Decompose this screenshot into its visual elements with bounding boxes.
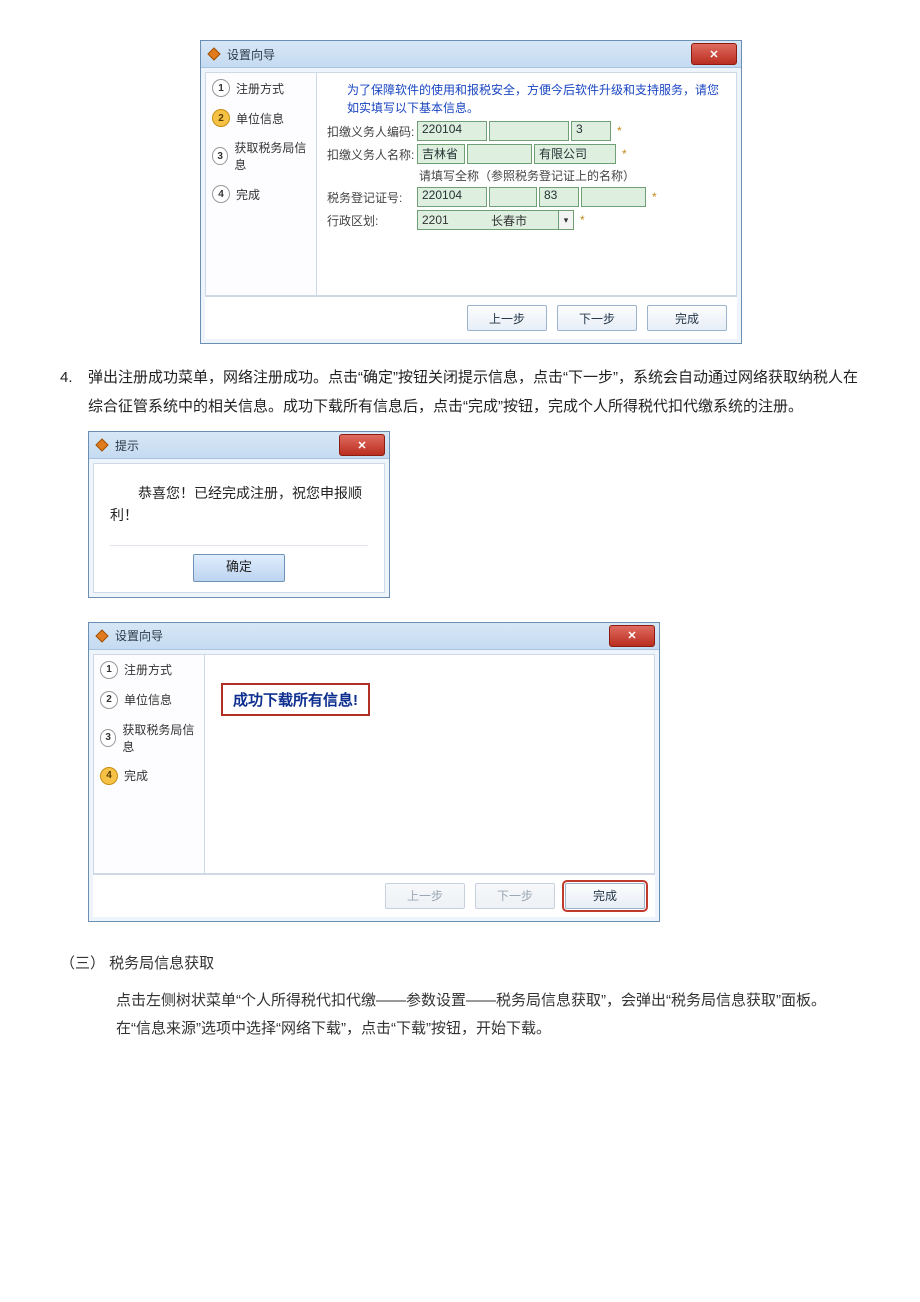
finish-button[interactable]: 完成: [565, 883, 645, 909]
required-mark: *: [580, 213, 585, 227]
wizard-step-unit-info[interactable]: 2 单位信息: [94, 685, 204, 715]
step-label: 注册方式: [124, 661, 172, 678]
titlebar: 提示 ✕: [89, 432, 389, 459]
intro-text: 为了保障软件的使用和报税安全，方便今后软件升级和支持服务，请您如实填写以下基本信…: [347, 81, 726, 117]
next-button[interactable]: 下一步: [557, 305, 637, 331]
prompt-message: 恭喜您！已经完成注册，祝您申报顺 利！ 确定: [93, 463, 385, 593]
wizard-content: 为了保障软件的使用和报税安全，方便今后软件升级和支持服务，请您如实填写以下基本信…: [317, 73, 736, 295]
district-name: 长春市: [460, 212, 558, 229]
required-mark: *: [622, 147, 627, 161]
prompt-dialog: 提示 ✕ 恭喜您！已经完成注册，祝您申报顺 利！ 确定: [88, 431, 390, 598]
wizard-step-register-method[interactable]: 1 注册方式: [94, 655, 204, 685]
success-message: 成功下载所有信息!: [221, 683, 370, 716]
step-number: 1: [212, 79, 230, 97]
withholder-code-input-b[interactable]: [489, 121, 569, 141]
step-label: 获取税务局信息: [234, 139, 310, 173]
step-number: 4: [100, 767, 118, 785]
wizard-button-row: 上一步 下一步 完成: [205, 296, 737, 339]
titlebar: 设置向导 ✕: [89, 623, 659, 650]
section-heading: （三） 税务局信息获取: [60, 952, 860, 973]
tax-reg-input-b[interactable]: [489, 187, 537, 207]
section-paragraph: 点击左侧树状菜单“个人所得税代扣代缴——参数设置——税务局信息获取”，会弹出“税…: [116, 987, 860, 1044]
wizard-step-nav: 1 注册方式 2 单位信息 3 获取税务局信息 4: [206, 73, 317, 295]
step-number: 4: [212, 185, 230, 203]
window-title: 设置向导: [227, 46, 275, 63]
setup-wizard-window-1: 设置向导 ✕ 1 注册方式 2 单位信息 3: [200, 40, 742, 344]
window-title: 设置向导: [115, 627, 163, 644]
wizard-step-finish[interactable]: 4 完成: [94, 761, 204, 791]
tax-reg-input-c[interactable]: 83: [539, 187, 579, 207]
close-button[interactable]: ✕: [339, 434, 385, 456]
tax-reg-label: 税务登记证号:: [327, 189, 417, 206]
prompt-line-2: 利！: [110, 504, 368, 526]
window-title: 提示: [115, 437, 139, 454]
close-button[interactable]: ✕: [691, 43, 737, 65]
wizard-step-unit-info[interactable]: 2 单位信息: [206, 103, 316, 133]
wizard-step-nav: 1 注册方式 2 单位信息 3 获取税务局信息 4: [94, 655, 205, 873]
step-number: 2: [212, 109, 230, 127]
setup-wizard-window-2: 设置向导 ✕ 1 注册方式 2 单位信息 3: [88, 622, 660, 922]
prev-button: 上一步: [385, 883, 465, 909]
required-mark: *: [652, 190, 657, 204]
titlebar: 设置向导 ✕: [201, 41, 741, 68]
wizard-step-get-tax-info[interactable]: 3 获取税务局信息: [206, 133, 316, 179]
app-diamond-icon: [95, 629, 109, 643]
step-number: 3: [212, 147, 228, 165]
finish-button[interactable]: 完成: [647, 305, 727, 331]
wizard-step-register-method[interactable]: 1 注册方式: [206, 73, 316, 103]
withholder-code-label: 扣缴义务人编码:: [327, 123, 417, 140]
chevron-down-icon[interactable]: ▾: [558, 211, 573, 229]
step-label: 注册方式: [236, 80, 284, 97]
withholder-name-label: 扣缴义务人名称:: [327, 146, 417, 163]
step-label: 单位信息: [236, 110, 284, 127]
app-diamond-icon: [95, 438, 109, 452]
step-number: 3: [100, 729, 116, 747]
withholder-name-hint: 请填写全称（参照税务登记证上的名称）: [419, 167, 726, 184]
step-number: 1: [100, 661, 118, 679]
withholder-code-input-c[interactable]: 3: [571, 121, 611, 141]
prompt-line-1: 恭喜您！已经完成注册，祝您申报顺: [110, 482, 368, 504]
ok-button[interactable]: 确定: [193, 554, 285, 582]
close-button[interactable]: ✕: [609, 625, 655, 647]
district-code: 2201: [418, 213, 460, 227]
withholder-name-input-b[interactable]: [467, 144, 532, 164]
wizard-step-get-tax-info[interactable]: 3 获取税务局信息: [94, 715, 204, 761]
withholder-code-input-a[interactable]: 220104: [417, 121, 487, 141]
prev-button[interactable]: 上一步: [467, 305, 547, 331]
withholder-name-input-a[interactable]: 吉林省: [417, 144, 465, 164]
next-button: 下一步: [475, 883, 555, 909]
list-number: 4.: [60, 364, 88, 421]
step-label: 获取税务局信息: [122, 721, 198, 755]
tax-reg-input-a[interactable]: 220104: [417, 187, 487, 207]
district-dropdown[interactable]: 2201 长春市 ▾: [417, 210, 574, 230]
wizard-button-row: 上一步 下一步 完成: [93, 874, 655, 917]
step-number: 2: [100, 691, 118, 709]
tax-reg-input-d[interactable]: [581, 187, 646, 207]
withholder-name-input-c[interactable]: 有限公司: [534, 144, 616, 164]
step-label: 完成: [236, 186, 260, 203]
ordered-list-item-4: 4. 弹出注册成功菜单，网络注册成功。点击“确定”按钮关闭提示信息，点击“下一步…: [60, 364, 860, 421]
required-mark: *: [617, 124, 622, 138]
step-label: 完成: [124, 767, 148, 784]
step-label: 单位信息: [124, 691, 172, 708]
list-text: 弹出注册成功菜单，网络注册成功。点击“确定”按钮关闭提示信息，点击“下一步”，系…: [88, 364, 860, 421]
app-diamond-icon: [207, 47, 221, 61]
district-label: 行政区划:: [327, 212, 417, 229]
wizard-content: 成功下载所有信息!: [205, 655, 654, 873]
wizard-step-finish[interactable]: 4 完成: [206, 179, 316, 209]
